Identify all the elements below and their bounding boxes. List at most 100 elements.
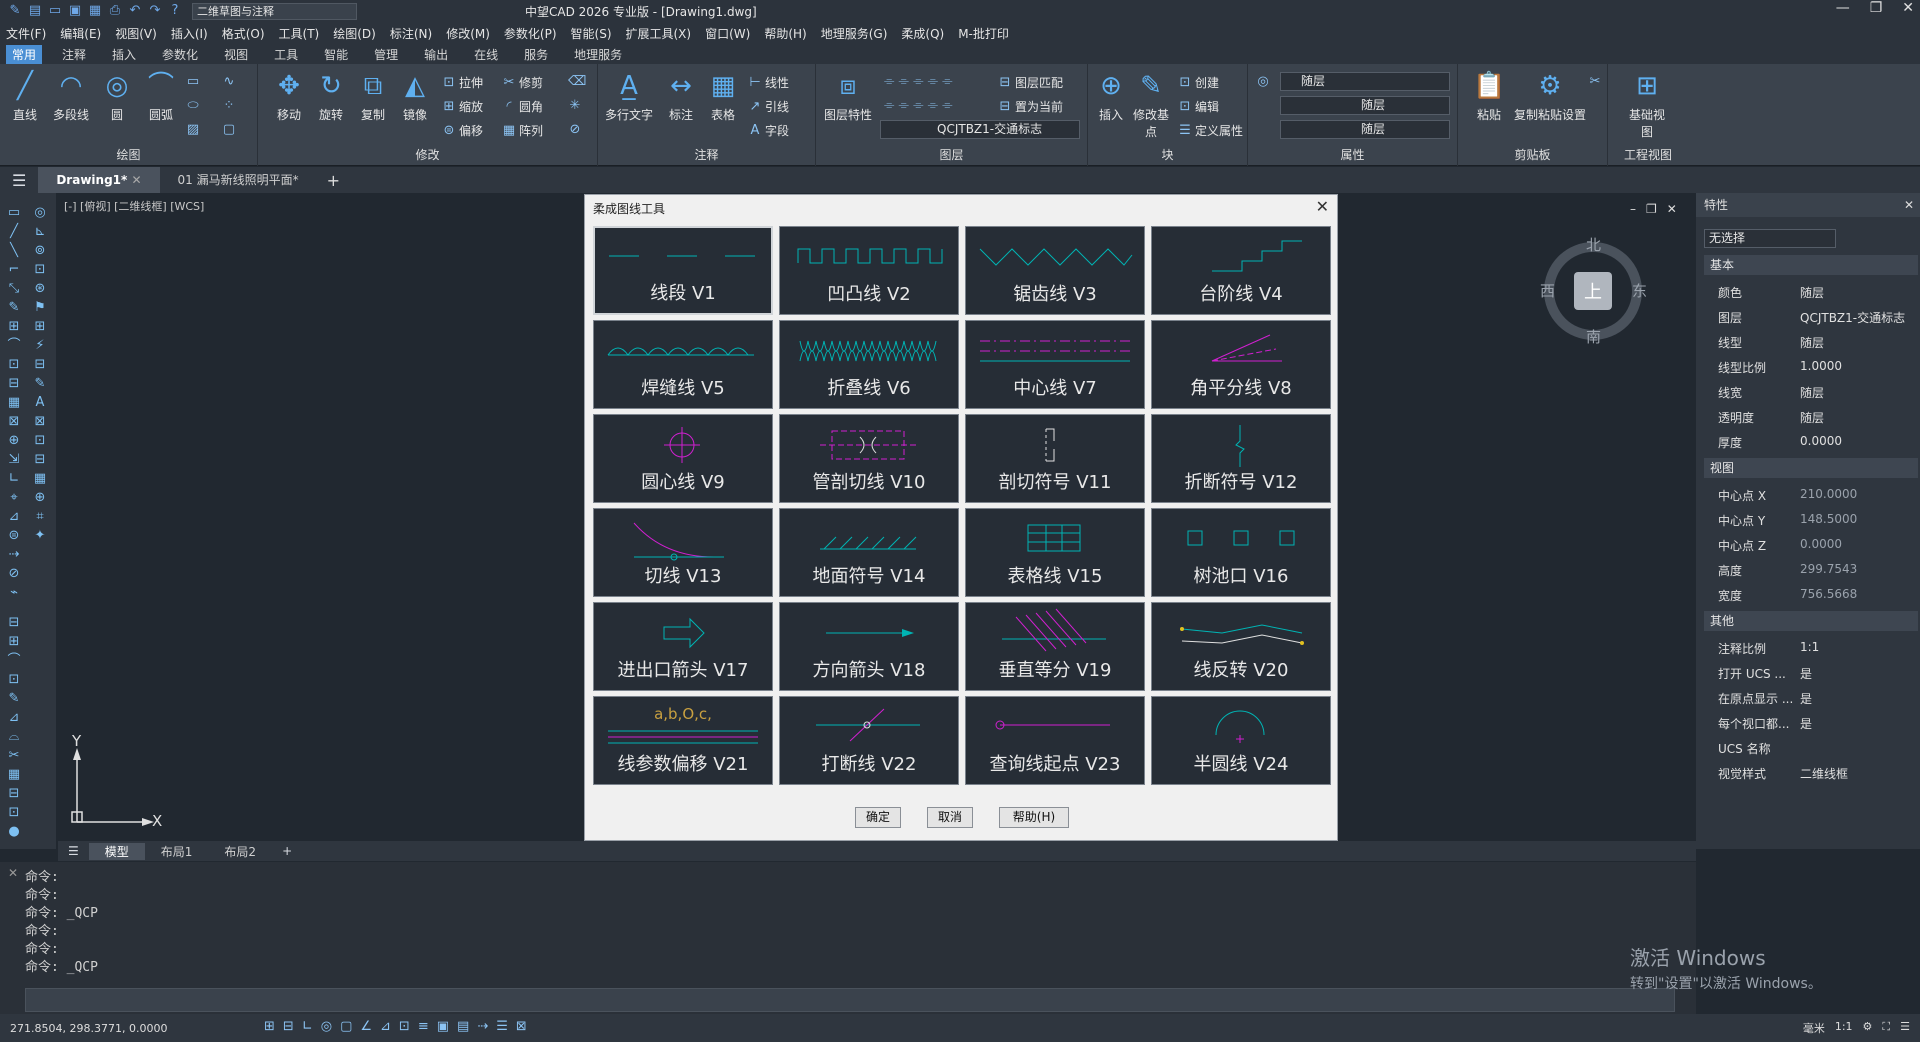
line-tool-option[interactable]: 地面符号 V14	[779, 508, 959, 597]
left-tool-icon[interactable]: ⊞	[4, 317, 24, 337]
layer-tools2-icon[interactable]: ⌯ ⌯ ⌯ ⌯ ⌯	[884, 98, 953, 113]
anno-scale[interactable]: 1:1	[1835, 1020, 1853, 1036]
menu-item[interactable]: 插入(I)	[171, 25, 208, 42]
prop-row[interactable]: 宽度 756.5668	[1704, 582, 1918, 607]
menu-item[interactable]: 修改(M)	[446, 25, 490, 42]
layout-tab-2[interactable]: 布局2	[208, 843, 272, 860]
selection-dropdown[interactable]: 无选择	[1704, 229, 1836, 248]
dyn-toggle-icon[interactable]: ⊡	[399, 1019, 410, 1034]
line-tool-option[interactable]: 台阶线 V4	[1151, 226, 1331, 315]
left-tool-icon[interactable]: ▭	[4, 203, 24, 223]
left-tool-icon[interactable]: ⌁	[4, 583, 24, 603]
explode-icon[interactable]: ✳	[568, 98, 582, 113]
menu-item[interactable]: 地理服务(G)	[821, 25, 888, 42]
erase-icon[interactable]: ⌫	[568, 74, 586, 89]
prop-row[interactable]: 颜色 随层	[1704, 279, 1918, 304]
clipboard-panel-label[interactable]: 剪贴板	[1458, 146, 1607, 163]
left-tool-icon[interactable]: ⊚	[30, 241, 50, 261]
prop-section-header[interactable]: 基本	[1704, 255, 1918, 275]
new-file-icon[interactable]: ▤	[28, 4, 42, 18]
cancel-button[interactable]: 取消	[927, 807, 973, 828]
line-tool-option[interactable]: 锯齿线 V3	[965, 226, 1145, 315]
workspace-gear-icon[interactable]: ⚙	[1863, 1020, 1873, 1036]
left-tool-icon[interactable]: ⌗	[30, 507, 50, 527]
table-button[interactable]: ▦ 表格	[700, 70, 746, 123]
edit-base-button[interactable]: ✎ 修改基点	[1128, 70, 1174, 140]
spline-icon[interactable]: ∿	[222, 74, 236, 89]
left-tool-icon[interactable]: ⊟	[4, 374, 24, 394]
line-tool-option[interactable]: 切线 V13	[593, 508, 773, 597]
left-tool-icon[interactable]: ⌖	[4, 488, 24, 508]
prop-row[interactable]: 每个视口都... 是	[1704, 710, 1918, 735]
menu-item[interactable]: 参数化(P)	[504, 25, 557, 42]
layers-panel-label[interactable]: 图层	[816, 146, 1087, 163]
sel-toggle-icon[interactable]: ⊠	[516, 1019, 527, 1034]
add-tab-icon[interactable]: +	[317, 171, 350, 190]
left-tool-icon[interactable]: ⊿	[4, 507, 24, 527]
ribbon-tab[interactable]: 地理服务	[568, 45, 628, 64]
left-tool-icon[interactable]: ⊟	[4, 784, 24, 804]
left-tool-icon[interactable]: ⌒	[4, 651, 24, 671]
left-tool-icon[interactable]: ⇲	[4, 450, 24, 470]
left-tool-icon[interactable]: ◎	[30, 203, 50, 223]
prop-row[interactable]: 中心点 X 210.0000	[1704, 482, 1918, 507]
eng-view-panel-label[interactable]: 工程视图	[1608, 146, 1688, 163]
properties-panel-label[interactable]: 属性	[1248, 146, 1457, 163]
command-input[interactable]	[25, 988, 1675, 1012]
doc-tab-plan[interactable]: 01 漏马新线照明平面*	[160, 167, 317, 193]
left-tool-icon[interactable]: ∟	[4, 469, 24, 489]
left-tool-icon[interactable]: ⊟	[30, 450, 50, 470]
rotate-button[interactable]: ↻ 旋转	[308, 70, 354, 123]
minimize-icon[interactable]: —	[1836, 0, 1850, 16]
left-tool-icon[interactable]: ▦	[4, 765, 24, 785]
annotation-panel-label[interactable]: 注释	[598, 146, 815, 163]
left-tool-icon[interactable]: ⌒	[4, 336, 24, 356]
ribbon-tab[interactable]: 管理	[368, 45, 404, 64]
layout-tab-model[interactable]: 模型	[88, 842, 145, 860]
line-tool-option[interactable]: 线段 V1	[593, 226, 773, 315]
left-tool-icon[interactable]: ⌐	[4, 260, 24, 280]
undo-icon[interactable]: ↶	[128, 4, 142, 18]
layout-menu-icon[interactable]: ☰	[58, 844, 89, 858]
mirror-button[interactable]: ◭ 镜像	[392, 70, 438, 123]
viewcube-north[interactable]: 北	[1586, 234, 1601, 255]
ducs-toggle-icon[interactable]: ⊿	[380, 1019, 391, 1034]
prop-row[interactable]: 厚度 0.0000	[1704, 429, 1918, 454]
offset-button[interactable]: ⊜ 偏移	[442, 122, 483, 139]
linetype-dropdown[interactable]: 随层	[1280, 96, 1450, 115]
app-logo-icon[interactable]: ✎	[8, 4, 22, 18]
left-tool-icon[interactable]: ✎	[4, 298, 24, 318]
point-icon[interactable]: ⁘	[222, 98, 236, 113]
osnap-toggle-icon[interactable]: ▢	[340, 1019, 352, 1034]
save-as-icon[interactable]: ▦	[88, 4, 102, 18]
help-icon[interactable]: ?	[168, 4, 182, 18]
save-icon[interactable]: ▣	[68, 4, 82, 18]
ribbon-tab[interactable]: 注释	[56, 45, 92, 64]
color-dropdown[interactable]: 随层	[1280, 72, 1450, 91]
ribbon-tab[interactable]: 智能	[318, 45, 354, 64]
left-tool-icon[interactable]: ⊞	[30, 317, 50, 337]
left-tool-icon[interactable]: ⊘	[4, 564, 24, 584]
prop-section-header[interactable]: 视图	[1704, 458, 1918, 478]
prop-row[interactable]: 打开 UCS ... 是	[1704, 660, 1918, 685]
vp-restore-icon[interactable]: ❐	[1646, 202, 1657, 216]
layout-tab-1[interactable]: 布局1	[145, 843, 209, 860]
prop-row[interactable]: 透明度 随层	[1704, 404, 1918, 429]
line-tool-option[interactable]: 剖切符号 V11	[965, 414, 1145, 503]
snap-toggle-icon[interactable]: ⊟	[283, 1019, 294, 1034]
rectangle-icon[interactable]: ▭	[186, 74, 200, 89]
left-tool-icon[interactable]: ⊡	[30, 260, 50, 280]
ribbon-tab[interactable]: 视图	[218, 45, 254, 64]
prop-row[interactable]: 中心点 Y 148.5000	[1704, 507, 1918, 532]
help-button[interactable]: 帮助(H)	[999, 807, 1069, 828]
line-tool-option[interactable]: 打断线 V22	[779, 696, 959, 785]
left-tool-icon[interactable]: ⊡	[4, 355, 24, 375]
menu-item[interactable]: 格式(O)	[222, 25, 265, 42]
viewcube-west[interactable]: 西	[1540, 280, 1555, 301]
am-toggle-icon[interactable]: ☰	[496, 1019, 508, 1034]
line-tool-option[interactable]: 树池口 V16	[1151, 508, 1331, 597]
ribbon-tab[interactable]: 常用	[6, 44, 43, 64]
match-prop-icon[interactable]: ◎	[1256, 74, 1270, 89]
left-tool-icon[interactable]: ⊿	[4, 708, 24, 728]
ribbon-tab[interactable]: 输出	[418, 45, 454, 64]
